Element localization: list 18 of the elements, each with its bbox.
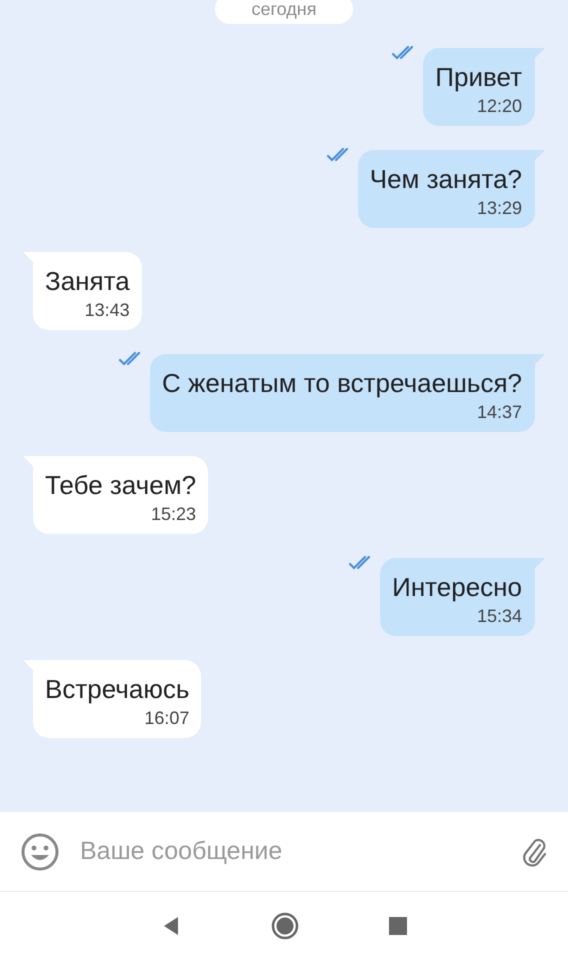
- message-text: Тебе зачем?: [45, 469, 196, 502]
- date-label: сегодня: [215, 0, 353, 24]
- message-text: С женатым то встречаешься?: [162, 367, 522, 400]
- message-text: Занята: [45, 265, 130, 298]
- message-time: 14:37: [476, 401, 522, 424]
- message-time: 12:20: [476, 95, 522, 118]
- message-time: 16:07: [144, 707, 190, 730]
- message-time: 13:43: [84, 299, 130, 322]
- message-time: 15:34: [476, 605, 522, 628]
- message-text: Привет: [435, 61, 522, 94]
- message-time: 13:29: [476, 197, 522, 220]
- message-time: 15:23: [150, 503, 196, 526]
- message-field[interactable]: Ваше сообщение: [80, 832, 500, 870]
- home-icon[interactable]: [271, 912, 299, 940]
- message-text: Встречаюсь: [45, 673, 190, 706]
- message-text: Интересно: [392, 571, 522, 604]
- emoji-icon[interactable]: [20, 832, 60, 872]
- message-text: Чем занята?: [370, 163, 522, 196]
